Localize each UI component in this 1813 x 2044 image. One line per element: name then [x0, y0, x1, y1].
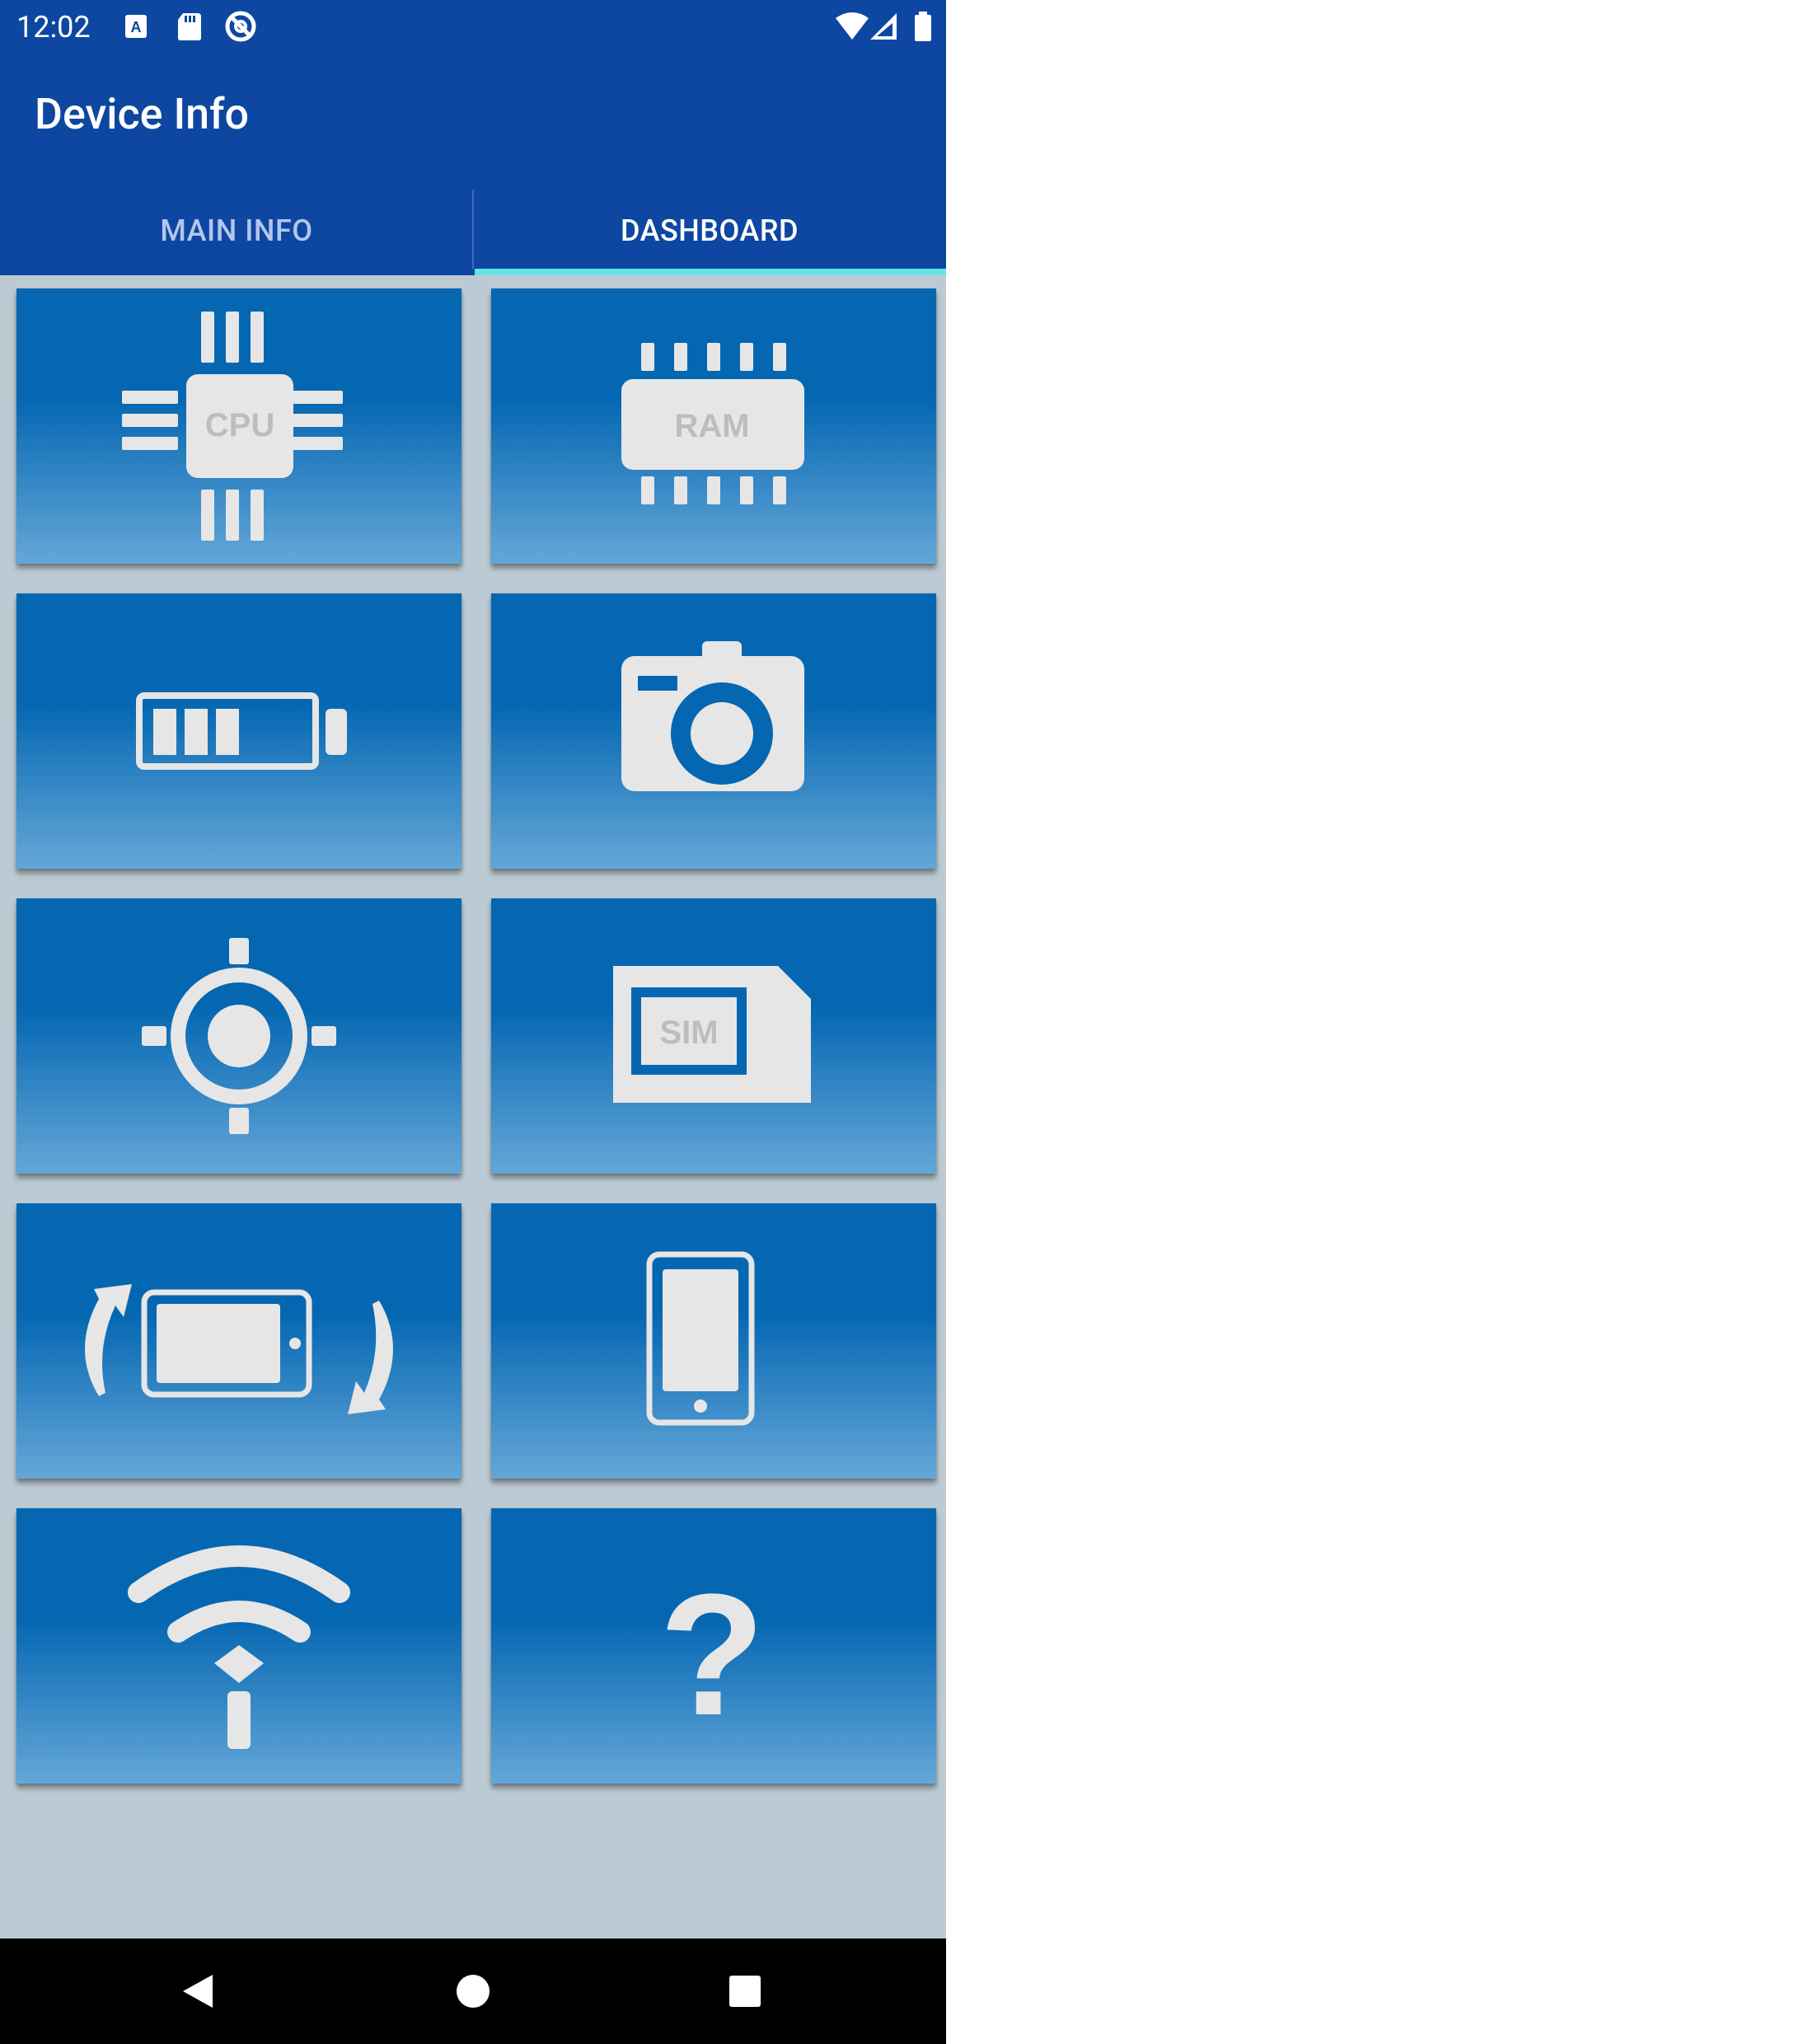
dashboard-grid: CPU RAM SIM ?: [0, 275, 946, 1939]
question-icon: ?: [659, 1558, 765, 1751]
wifi-icon: [128, 1545, 350, 1749]
sensors-tile[interactable]: [16, 1203, 461, 1479]
battery-tile[interactable]: [16, 593, 461, 869]
gps-tile[interactable]: [16, 898, 461, 1174]
cpu-label: CPU: [205, 407, 274, 443]
app-title: Device Info: [35, 89, 249, 139]
sim-label: SIM: [659, 1015, 718, 1051]
display-tile[interactable]: [491, 1203, 936, 1479]
back-icon[interactable]: [163, 1958, 229, 2024]
ram-icon: RAM: [621, 343, 804, 504]
wifi-tile[interactable]: [16, 1508, 461, 1784]
about-tile[interactable]: ?: [491, 1508, 936, 1784]
status-time: 12:02: [16, 10, 91, 45]
sync-blocked-icon: [225, 11, 256, 42]
wifi-status-icon: [836, 12, 869, 40]
location-target-icon: [142, 938, 336, 1134]
sd-card-icon: [178, 13, 201, 40]
rotate-device-icon: [85, 1284, 393, 1414]
question-mark: ?: [659, 1558, 765, 1751]
svg-text:A: A: [131, 19, 142, 35]
cpu-tile[interactable]: CPU: [16, 288, 461, 564]
phone-screen: 12:02 A Device Info MAIN INFO DASHBOARD …: [0, 0, 946, 2044]
sim-tile[interactable]: SIM: [491, 898, 936, 1174]
camera-tile[interactable]: [491, 593, 936, 869]
app-bar: 12:02 A Device Info MAIN INFO DASHBOARD: [0, 0, 946, 275]
camera-icon: [621, 641, 804, 791]
phone-display-icon: [646, 1251, 755, 1426]
home-icon[interactable]: [440, 1958, 506, 2024]
recents-icon[interactable]: [712, 1958, 778, 2024]
navigation-bar: [0, 1939, 946, 2044]
tab-selected-indicator: [475, 269, 946, 275]
ram-label: RAM: [674, 408, 749, 444]
sim-card-icon: SIM: [613, 966, 811, 1103]
battery-status-icon: [915, 12, 931, 41]
battery-icon: [136, 692, 347, 770]
cell-signal-icon: [870, 13, 897, 40]
cpu-icon: CPU: [122, 312, 343, 541]
tab-dashboard[interactable]: DASHBOARD: [473, 193, 946, 269]
keyboard-notification-icon: A: [125, 15, 147, 38]
ram-tile[interactable]: RAM: [491, 288, 936, 564]
tab-main-info[interactable]: MAIN INFO: [0, 193, 473, 269]
